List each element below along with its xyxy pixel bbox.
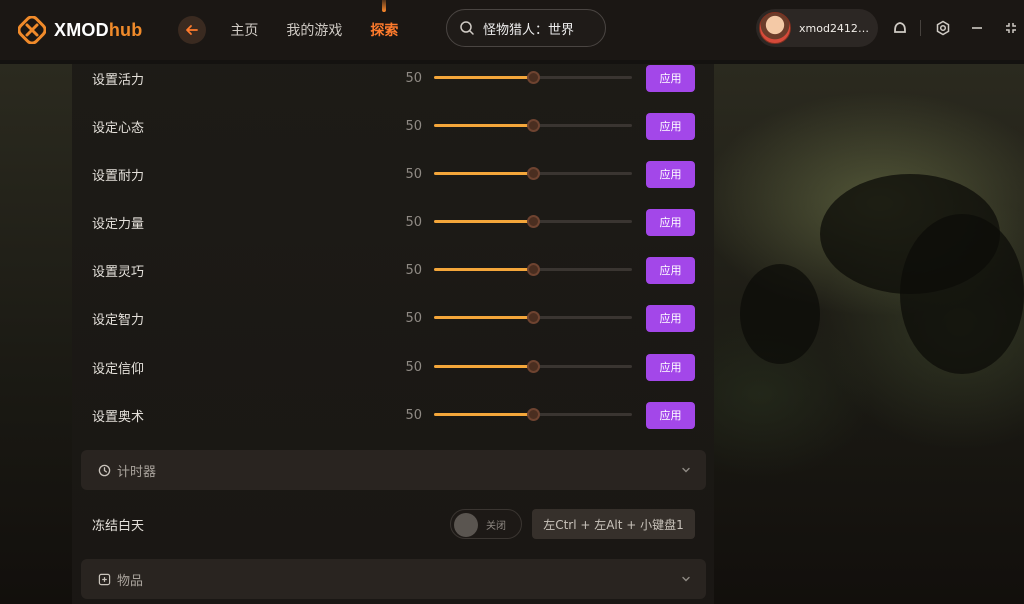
top-bar: XMODhub 主页 我的游戏 探索 xmod24123... — [0, 0, 1024, 60]
apply-button[interactable]: 应用 — [646, 256, 695, 284]
slider-thumb[interactable] — [527, 408, 540, 421]
minimize-button[interactable] — [967, 18, 987, 38]
bell-icon — [894, 22, 906, 33]
apply-button[interactable]: 应用 — [646, 112, 695, 140]
settings-button[interactable] — [933, 18, 953, 38]
user-profile[interactable]: xmod24123... — [756, 9, 878, 47]
apply-button[interactable]: 应用 — [646, 401, 695, 429]
slider-value: 50 — [405, 214, 422, 230]
slider-thumb[interactable] — [527, 119, 540, 132]
chevron-down-icon — [682, 467, 690, 473]
avatar — [759, 12, 791, 44]
slider-label: 设定信仰 — [92, 361, 145, 377]
section-title: 物品 — [117, 573, 144, 589]
search-input[interactable] — [483, 20, 593, 36]
search-box[interactable] — [446, 9, 606, 47]
toggle-state: 关闭 — [486, 521, 506, 532]
brand-name: XMODhub — [54, 19, 143, 40]
slider-thumb[interactable] — [527, 215, 540, 228]
value-slider[interactable] — [434, 407, 632, 423]
value-slider[interactable] — [434, 70, 632, 86]
logo-icon — [18, 16, 46, 44]
slider-row: 设置耐力 50 应用 — [72, 150, 714, 198]
apply-button[interactable]: 应用 — [646, 208, 695, 236]
cheat-panel: 设置活力 50 应用 设定心态 50 应用 设置耐力 50 应用 设定力量 50… — [72, 64, 714, 604]
slider-label: 设定心态 — [92, 120, 145, 136]
slider-value: 50 — [405, 407, 422, 423]
apply-button[interactable]: 应用 — [646, 64, 695, 92]
notification-button[interactable] — [890, 18, 910, 38]
slider-thumb[interactable] — [527, 360, 540, 373]
slider-value: 50 — [405, 166, 422, 182]
toggle-label: 冻结白天 — [92, 518, 145, 534]
nav-home[interactable]: 主页 — [230, 20, 258, 40]
username: xmod24123... — [799, 21, 873, 35]
value-slider[interactable] — [434, 118, 632, 134]
value-slider[interactable] — [434, 359, 632, 375]
toggle-row: 冻结白天 关闭 左Ctrl + 左Alt + 小键盘1 — [72, 500, 714, 548]
slider-row: 设定力量 50 应用 — [72, 198, 714, 246]
clock-icon — [98, 464, 111, 476]
nav-my-games[interactable]: 我的游戏 — [286, 20, 342, 40]
slider-thumb[interactable] — [527, 311, 540, 324]
slider-label: 设置灵巧 — [92, 264, 145, 280]
window-controls — [890, 18, 1024, 38]
apply-button[interactable]: 应用 — [646, 353, 695, 381]
apply-button[interactable]: 应用 — [646, 304, 695, 332]
apply-button[interactable]: 应用 — [646, 160, 695, 188]
section-header-timer[interactable]: 计时器 — [81, 450, 706, 490]
slider-value: 50 — [405, 310, 422, 326]
slider-label: 设定智力 — [92, 312, 145, 328]
freeze-day-toggle[interactable]: 关闭 — [450, 509, 522, 539]
back-arrow-icon — [186, 25, 199, 35]
divider — [920, 20, 921, 36]
slider-thumb[interactable] — [527, 263, 540, 276]
minimize-icon — [972, 27, 982, 29]
slider-row: 设定信仰 50 应用 — [72, 343, 714, 391]
slider-row: 设置灵巧 50 应用 — [72, 246, 714, 294]
value-slider[interactable] — [434, 214, 632, 230]
search-icon — [460, 21, 474, 35]
slider-row: 设置奥术 50 应用 — [72, 391, 714, 439]
back-button[interactable] — [178, 16, 207, 44]
value-slider[interactable] — [434, 262, 632, 278]
slider-value: 50 — [405, 262, 422, 278]
plus-square-icon — [98, 573, 111, 585]
gear-icon — [936, 20, 950, 36]
slider-thumb[interactable] — [527, 167, 540, 180]
slider-row: 设置活力 50 应用 — [72, 54, 714, 102]
slider-label: 设置奥术 — [92, 409, 145, 425]
chevron-down-icon — [682, 576, 690, 582]
slider-label: 设置活力 — [92, 72, 145, 88]
slider-row: 设定心态 50 应用 — [72, 102, 714, 150]
slider-thumb[interactable] — [527, 71, 540, 84]
value-slider[interactable] — [434, 310, 632, 326]
main-nav: 主页 我的游戏 探索 — [230, 20, 426, 40]
toggle-knob — [454, 513, 478, 537]
hotkey-button[interactable]: 左Ctrl + 左Alt + 小键盘1 — [532, 509, 695, 539]
slider-value: 50 — [405, 118, 422, 134]
nav-explore[interactable]: 探索 — [370, 20, 398, 40]
slider-value: 50 — [405, 70, 422, 86]
slider-row: 设定智力 50 应用 — [72, 294, 714, 342]
slider-label: 设定力量 — [92, 216, 145, 232]
slider-label: 设置耐力 — [92, 168, 145, 184]
slider-value: 50 — [405, 359, 422, 375]
value-slider[interactable] — [434, 166, 632, 182]
logo[interactable]: XMODhub — [18, 16, 142, 44]
collapse-icon — [1006, 23, 1016, 33]
fullscreen-button[interactable] — [1001, 18, 1021, 38]
section-title: 计时器 — [117, 464, 157, 480]
section-header-items[interactable]: 物品 — [81, 559, 706, 599]
